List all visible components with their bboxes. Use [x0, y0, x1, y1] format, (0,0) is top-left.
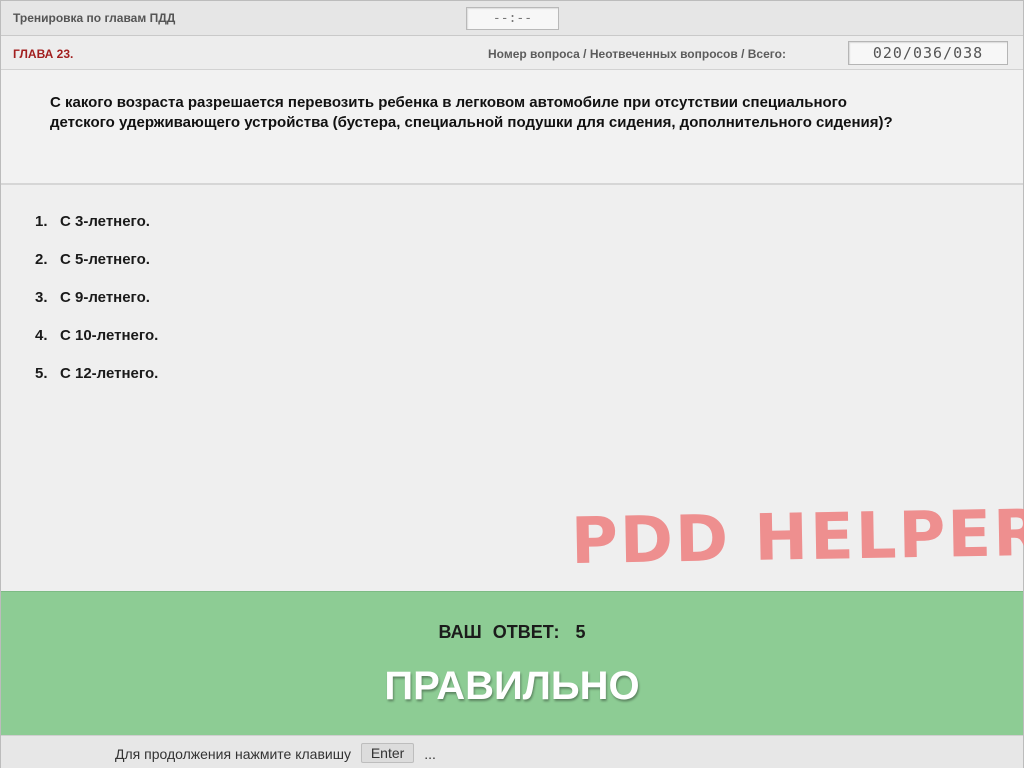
- answer-option-1[interactable]: 1. С 3-летнего.: [35, 213, 158, 251]
- answer-option-5[interactable]: 5. С 12-летнего.: [35, 365, 158, 403]
- question-counter: 020/036/038: [848, 41, 1008, 65]
- answer-option-2[interactable]: 2. С 5-летнего.: [35, 251, 158, 289]
- watermark-logo: PDD HELPER: [570, 496, 1024, 580]
- question-text: С какого возраста разрешается перевозить…: [50, 94, 893, 131]
- result-panel: ВАШ ОТВЕТ: 5 ПРАВИЛЬНО: [1, 591, 1023, 735]
- continue-hint: Для продолжения нажмите клавишу Enter ..…: [115, 743, 436, 764]
- your-answer-label: ВАШ ОТВЕТ:: [438, 622, 560, 642]
- app-window: Тренировка по главам ПДД --:-- ГЛАВА 23.…: [0, 0, 1024, 768]
- answer-number: 4.: [35, 327, 48, 344]
- your-answer: ВАШ ОТВЕТ: 5: [1, 622, 1023, 643]
- question-counter-label: Номер вопроса / Неотвеченных вопросов / …: [488, 47, 786, 61]
- timer-display: --:--: [466, 7, 559, 30]
- answer-text: С 12-летнего.: [60, 365, 159, 382]
- answer-list: 1. С 3-летнего. 2. С 5-летнего. 3. С 9-летн…: [35, 213, 158, 403]
- hint-ellipsis: ...: [424, 746, 436, 762]
- answer-text: С 10-летнего.: [60, 327, 159, 344]
- answer-number: 2.: [35, 251, 48, 268]
- answer-option-4[interactable]: 4. С 10-летнего.: [35, 327, 158, 365]
- answer-number: 3.: [35, 289, 48, 306]
- app-title: Тренировка по главам ПДД: [13, 11, 176, 25]
- enter-key-button[interactable]: Enter: [360, 743, 415, 763]
- answer-text: С 3-летнего.: [60, 213, 150, 230]
- answer-text: С 9-летнего.: [60, 289, 150, 306]
- answer-text: С 5-летнего.: [60, 251, 150, 268]
- answer-number: 5.: [35, 365, 48, 382]
- title-bar: Тренировка по главам ПДД --:--: [1, 1, 1023, 36]
- result-verdict: ПРАВИЛЬНО: [384, 664, 640, 708]
- chapter-bar: ГЛАВА 23. Номер вопроса / Неотвеченных в…: [1, 36, 1023, 70]
- chapter-title: ГЛАВА 23.: [13, 47, 74, 61]
- question-panel: С какого возраста разрешается перевозить…: [1, 70, 1023, 185]
- hint-text: Для продолжения нажмите клавишу: [115, 746, 351, 762]
- footer-bar: Для продолжения нажмите клавишу Enter ..…: [1, 735, 1023, 768]
- answer-option-3[interactable]: 3. С 9-летнего.: [35, 289, 158, 327]
- answer-number: 1.: [35, 213, 48, 230]
- your-answer-value: 5: [575, 622, 586, 642]
